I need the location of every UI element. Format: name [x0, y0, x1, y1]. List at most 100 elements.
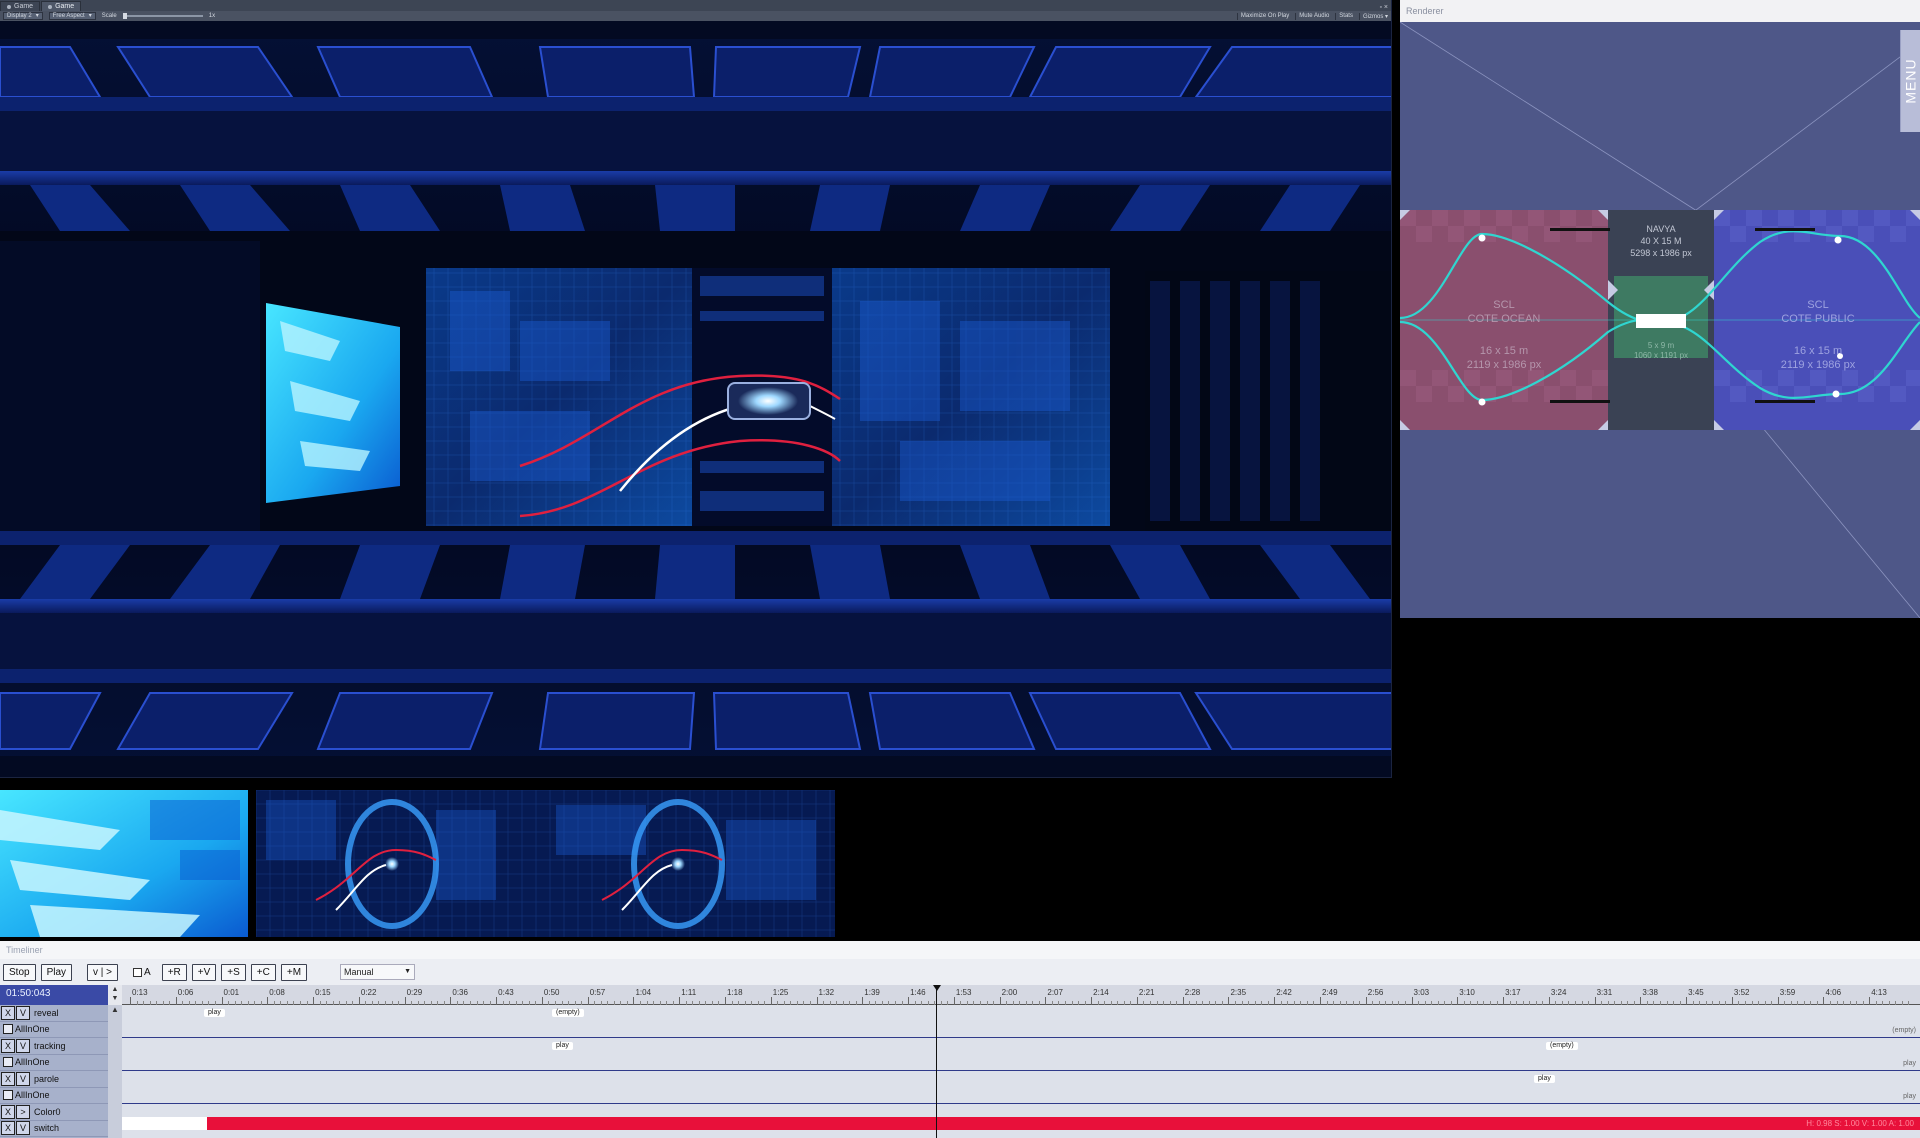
track-row-allinone[interactable]: AllInOne: [0, 1055, 108, 1071]
remove-track-button[interactable]: X: [1, 1005, 15, 1020]
chevron-up-icon[interactable]: ▲: [111, 1005, 119, 1014]
track-row-allinone[interactable]: AllInOne: [0, 1022, 108, 1038]
preview-left-panel[interactable]: [0, 790, 248, 937]
remove-track-button[interactable]: X: [1, 1104, 15, 1119]
clip-reveal-empty[interactable]: (empty): [552, 1009, 584, 1017]
ruler-label: 1:39: [864, 988, 880, 997]
track-scrollbar[interactable]: ▲: [108, 1005, 122, 1138]
ruler-tick: [130, 997, 131, 1005]
game-icon: [48, 4, 53, 9]
checkbox-icon[interactable]: [3, 1057, 13, 1068]
aspect-select[interactable]: Free Aspect ▾: [48, 12, 96, 20]
ruler-label: 3:24: [1550, 988, 1567, 997]
clip-parole-play[interactable]: play: [1534, 1075, 1555, 1083]
window-controls[interactable]: ▫ ×: [1379, 4, 1388, 11]
maximize-on-play-button[interactable]: Maximize On Play: [1236, 12, 1289, 20]
track-row-reveal[interactable]: X Vreveal: [0, 1005, 108, 1022]
remove-track-button[interactable]: X: [1, 1121, 15, 1136]
add-m-button[interactable]: +M: [280, 963, 308, 981]
zone-right-name: SCL: [1807, 299, 1828, 311]
stop-button[interactable]: Stop: [3, 963, 36, 981]
ruler-tick: [1640, 997, 1642, 1005]
add-v-button[interactable]: +V: [191, 963, 217, 981]
track-row-color0[interactable]: X > Color0: [0, 1104, 108, 1121]
ruler-tick: [862, 997, 864, 1005]
ruler-label: 3:03: [1413, 988, 1430, 997]
preview-center-screens[interactable]: [256, 790, 835, 937]
time-spinner[interactable]: ▲ ▼: [108, 985, 122, 1005]
ruler-tick: [450, 997, 452, 1005]
zone-center-name: NAVYA: [1646, 224, 1675, 234]
checkbox-icon[interactable]: [3, 1090, 13, 1101]
ruler-tick: [1686, 997, 1688, 1005]
visibility-toggle[interactable]: V: [16, 1005, 30, 1020]
clip-tracking-play[interactable]: play: [552, 1042, 573, 1050]
ruler-label: 2:07: [1047, 988, 1063, 997]
color-track-start[interactable]: [122, 1117, 207, 1130]
ruler-tick: [404, 997, 406, 1005]
visibility-toggle[interactable]: V: [16, 1121, 30, 1136]
ruler-tick: [221, 997, 223, 1005]
ruler-tick: [1411, 997, 1413, 1005]
stats-button[interactable]: Stats: [1335, 12, 1353, 20]
time-ruler[interactable]: 0:13 0:06 0:01 0:08 0:15 0:22 0:29 0:36 0:43 0:50…: [122, 985, 1920, 1005]
ruler-label: 2:42: [1276, 988, 1292, 997]
ruler-tick: [633, 997, 635, 1005]
menu-tab[interactable]: MENU: [1900, 30, 1920, 132]
scale-slider[interactable]: [122, 13, 203, 19]
expand-toggle[interactable]: >: [16, 1104, 30, 1119]
tab-game-1[interactable]: Game: [0, 1, 41, 11]
checkbox-icon[interactable]: [3, 1024, 13, 1035]
track-list: X Vreveal AllInOne X Vtracking AllInOne XV…: [0, 1005, 108, 1138]
ruler-label: 1:46: [910, 988, 926, 997]
remove-track-button[interactable]: X: [1, 1038, 15, 1053]
ruler-label: 1:18: [727, 988, 743, 997]
ruler-tick: [725, 997, 726, 1005]
zone-left-name: SCL: [1493, 299, 1514, 311]
track-row-tracking[interactable]: X Vtracking: [0, 1038, 108, 1055]
visibility-toggle[interactable]: V: [16, 1071, 30, 1086]
track-row-allinone[interactable]: AllInOne: [0, 1088, 108, 1104]
mode-select[interactable]: Manual ▼: [340, 964, 416, 980]
display-select[interactable]: Display 2 ▾: [3, 12, 43, 20]
auto-checkbox[interactable]: A: [133, 967, 151, 978]
track-lanes[interactable]: play (empty) (empty) play (empty) play p…: [122, 1005, 1920, 1138]
clip-reveal-play[interactable]: play: [204, 1009, 225, 1017]
playhead-marker-icon[interactable]: [933, 985, 941, 991]
zone-right-sub: COTE PUBLIC: [1781, 313, 1854, 325]
color-track-bar[interactable]: [207, 1117, 1920, 1130]
ruler-tick: [770, 997, 772, 1005]
step-button[interactable]: v | >: [87, 963, 119, 981]
track-row-parole[interactable]: X Vparole: [0, 1071, 108, 1088]
ruler-label: 0:36: [452, 988, 468, 997]
ruler-label: 0:13: [132, 988, 148, 997]
track-row-switch[interactable]: X Vswitch: [0, 1121, 108, 1137]
add-r-button[interactable]: +R: [161, 963, 187, 981]
checkbox-icon[interactable]: [133, 967, 143, 977]
remove-track-button[interactable]: X: [1, 1071, 15, 1086]
ruler-label: 3:17: [1505, 988, 1521, 997]
ruler-label: 1:25: [772, 988, 789, 997]
zone-right-size-px: 2119 x 1986 px: [1781, 359, 1856, 371]
chevron-up-icon[interactable]: ▲: [108, 985, 122, 994]
clip-tracking-empty[interactable]: (empty): [1546, 1042, 1578, 1050]
playhead[interactable]: [936, 986, 937, 1138]
play-button[interactable]: Play: [40, 963, 73, 981]
visibility-toggle[interactable]: V: [16, 1038, 30, 1053]
tab-game-2[interactable]: Game: [41, 1, 82, 11]
current-time[interactable]: 01:50:043: [0, 985, 108, 1005]
scale-slider-knob[interactable]: [122, 13, 127, 19]
ruler-label: 0:43: [498, 988, 514, 997]
renderer-canvas[interactable]: SCL COTE OCEAN 16 x 15 m 2119 x 1986 px …: [1400, 22, 1920, 618]
chevron-down-icon[interactable]: ▼: [108, 994, 122, 1003]
add-s-button[interactable]: +S: [221, 963, 246, 981]
gizmos-button[interactable]: Gizmos ▾: [1358, 12, 1388, 20]
ruler-label: 3:38: [1642, 988, 1658, 997]
game-viewport[interactable]: [0, 21, 1391, 777]
ruler-label: 1:11: [681, 988, 697, 997]
ruler-label: 1:53: [955, 988, 972, 997]
mute-audio-button[interactable]: Mute Audio: [1295, 12, 1329, 20]
ruler-tick: [1594, 997, 1596, 1005]
ruler-label: 2:00: [1001, 988, 1018, 997]
add-c-button[interactable]: +C: [250, 963, 276, 981]
